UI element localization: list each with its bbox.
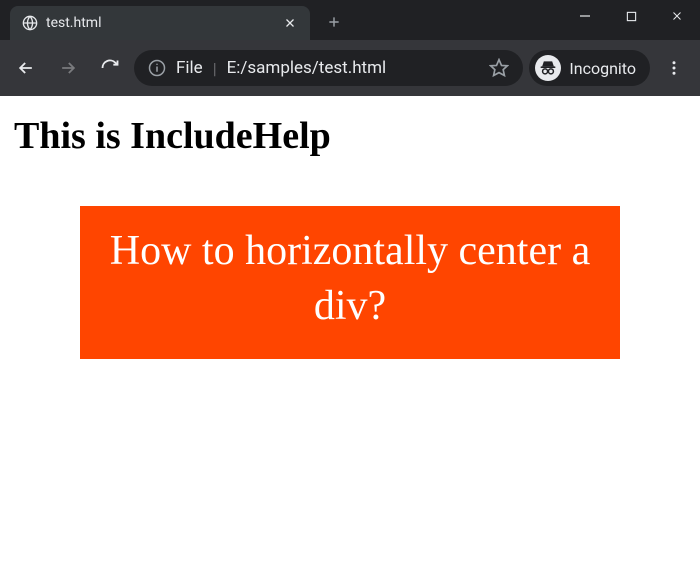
- maximize-button[interactable]: [608, 0, 654, 32]
- forward-button[interactable]: [50, 50, 86, 86]
- address-separator: |: [213, 59, 217, 78]
- centered-box: How to horizontally center a div?: [80, 206, 620, 359]
- info-icon[interactable]: [148, 59, 166, 77]
- kebab-menu-button[interactable]: [656, 50, 692, 86]
- address-path: E:/samples/test.html: [227, 58, 480, 78]
- window-titlebar: test.html: [0, 0, 700, 40]
- address-bar[interactable]: File | E:/samples/test.html: [134, 50, 523, 86]
- new-tab-button[interactable]: [320, 8, 348, 36]
- incognito-indicator[interactable]: Incognito: [529, 50, 650, 86]
- incognito-icon: [535, 55, 561, 81]
- browser-toolbar: File | E:/samples/test.html Incognito: [0, 40, 700, 96]
- close-tab-icon[interactable]: [282, 15, 298, 31]
- reload-button[interactable]: [92, 50, 128, 86]
- browser-tab[interactable]: test.html: [10, 6, 310, 40]
- minimize-button[interactable]: [562, 0, 608, 32]
- window-controls: [562, 0, 700, 32]
- page-heading: This is IncludeHelp: [14, 114, 686, 158]
- tab-title: test.html: [46, 15, 282, 31]
- page-content: This is IncludeHelp How to horizontally …: [0, 96, 700, 375]
- address-scheme: File: [176, 58, 203, 78]
- globe-icon: [22, 15, 38, 31]
- back-button[interactable]: [8, 50, 44, 86]
- bookmark-star-icon[interactable]: [489, 58, 509, 78]
- incognito-label: Incognito: [569, 59, 636, 78]
- close-window-button[interactable]: [654, 0, 700, 32]
